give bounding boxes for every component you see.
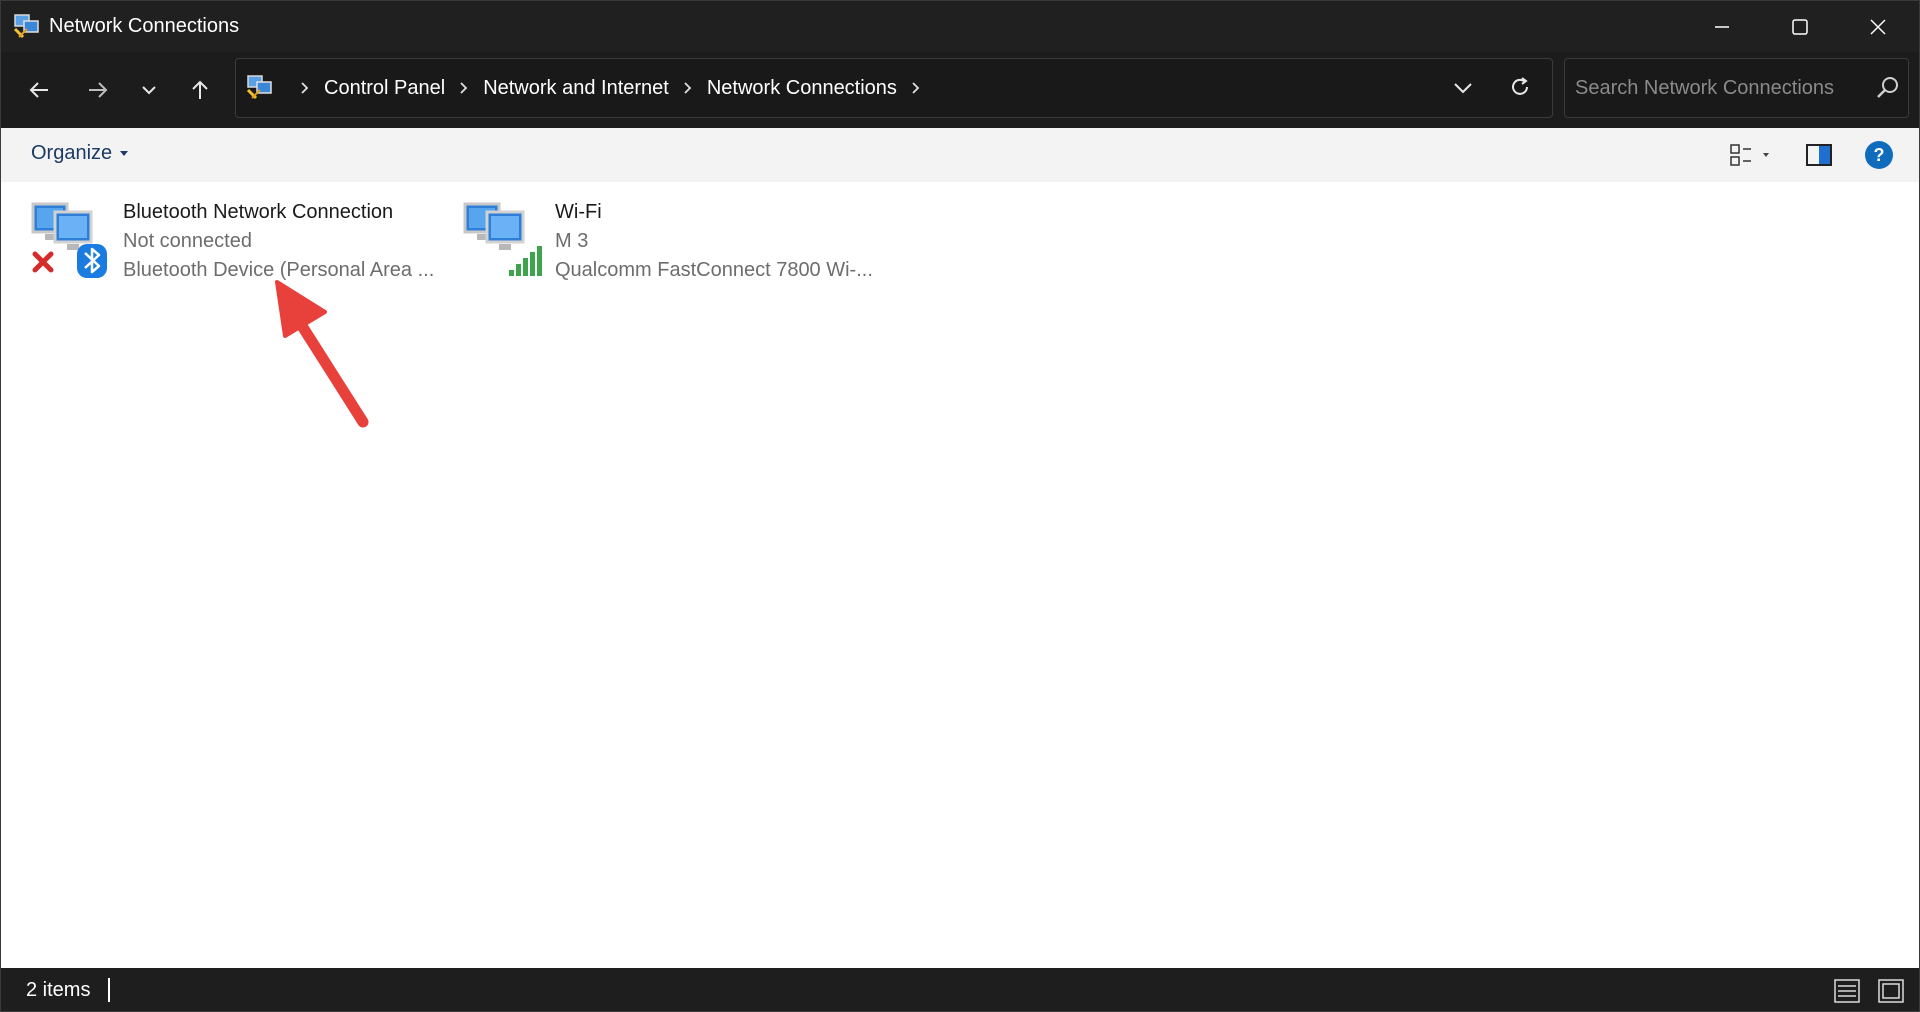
change-view-button[interactable] [1721,139,1781,171]
search-input[interactable] [1575,73,1865,103]
connection-device: Qualcomm FastConnect 7800 Wi-... [555,259,873,281]
connection-name: Wi-Fi [555,201,602,223]
breadcrumb-separator[interactable] [911,82,921,94]
address-bar[interactable]: Control Panel Network and Internet Netwo… [235,58,1553,118]
preview-pane-button[interactable] [1803,139,1835,171]
close-button[interactable] [1839,1,1917,52]
chevron-right-icon [301,82,309,94]
refresh-icon [1512,77,1528,95]
arrow-left-icon [29,82,48,98]
explorer-window: Network Connections Control Panel Networ… [0,0,1920,1012]
breadcrumb-network-and-internet[interactable]: Network and Internet [483,77,669,100]
red-x-icon [32,251,54,273]
chevron-down-icon [1454,83,1472,94]
large-icons-view-icon [1878,979,1904,1003]
breadcrumb-network-connections[interactable]: Network Connections [707,77,897,100]
close-icon [1870,18,1886,35]
breadcrumb-control-panel[interactable]: Control Panel [324,77,445,100]
caret-down-icon [120,150,129,156]
connection-name: Bluetooth Network Connection [123,201,394,223]
status-divider [108,978,110,1002]
signal-bars-icon [509,246,542,276]
chevron-right-icon [684,82,692,94]
svg-text:?: ? [1874,145,1885,165]
chevron-right-icon [912,82,920,94]
chevron-down-icon [142,86,156,95]
search-icon [1877,77,1898,98]
command-bar: Organize ? [1,128,1919,182]
forward-button[interactable] [75,67,121,113]
refresh-button[interactable] [1504,71,1536,103]
breadcrumb-separator[interactable] [459,82,469,94]
bluetooth-icon [77,244,107,278]
details-view-button[interactable] [1831,976,1863,1006]
help-icon: ? [1865,141,1893,169]
breadcrumb-separator[interactable] [300,82,310,94]
status-bar: 2 items [1,968,1919,1011]
connection-item-wifi[interactable]: Wi-Fi M 3 Qualcomm FastConnect 7800 Wi-.… [463,192,883,284]
arrow-up-icon [192,80,208,99]
organize-menu-button[interactable]: Organize [31,142,129,165]
large-icons-view-button[interactable] [1875,976,1907,1006]
breadcrumb: Control Panel Network and Internet Netwo… [286,59,935,117]
details-view-icon [1834,979,1860,1003]
help-button[interactable]: ? [1863,139,1895,171]
navigation-bar: Control Panel Network and Internet Netwo… [1,52,1919,128]
search-box[interactable] [1564,58,1909,118]
recent-locations-button[interactable] [126,67,172,113]
view-options-icon [1730,144,1769,166]
minimize-icon [1715,25,1729,28]
connection-text: Wi-Fi M 3 Qualcomm FastConnect 7800 Wi-.… [555,198,873,285]
network-computers-icon [463,202,542,276]
network-computers-icon [31,202,107,278]
connections-list: Bluetooth Network Connection Not connect… [1,182,1919,968]
arrow-right-icon [89,82,108,98]
breadcrumb-separator[interactable] [683,82,693,94]
window-title: Network Connections [49,15,240,37]
network-connections-location-icon [246,75,272,100]
connection-status: M 3 [555,230,589,252]
connection-status: Not connected [123,230,252,252]
network-connections-app-icon [13,14,39,39]
preview-pane-icon [1806,144,1832,166]
maximize-icon [1792,18,1808,35]
maximize-button[interactable] [1761,1,1839,52]
item-count: 2 items [26,979,91,1001]
minimize-button[interactable] [1683,1,1761,52]
annotation-arrow-icon [275,280,369,428]
back-button[interactable] [16,67,62,113]
title-bar: Network Connections [1,1,1919,52]
connection-text: Bluetooth Network Connection Not connect… [123,198,434,285]
up-button[interactable] [177,67,223,113]
address-history-dropdown[interactable] [1448,73,1478,103]
chevron-right-icon [460,82,468,94]
organize-label: Organize [31,142,113,164]
connection-item-bluetooth[interactable]: Bluetooth Network Connection Not connect… [31,192,451,284]
